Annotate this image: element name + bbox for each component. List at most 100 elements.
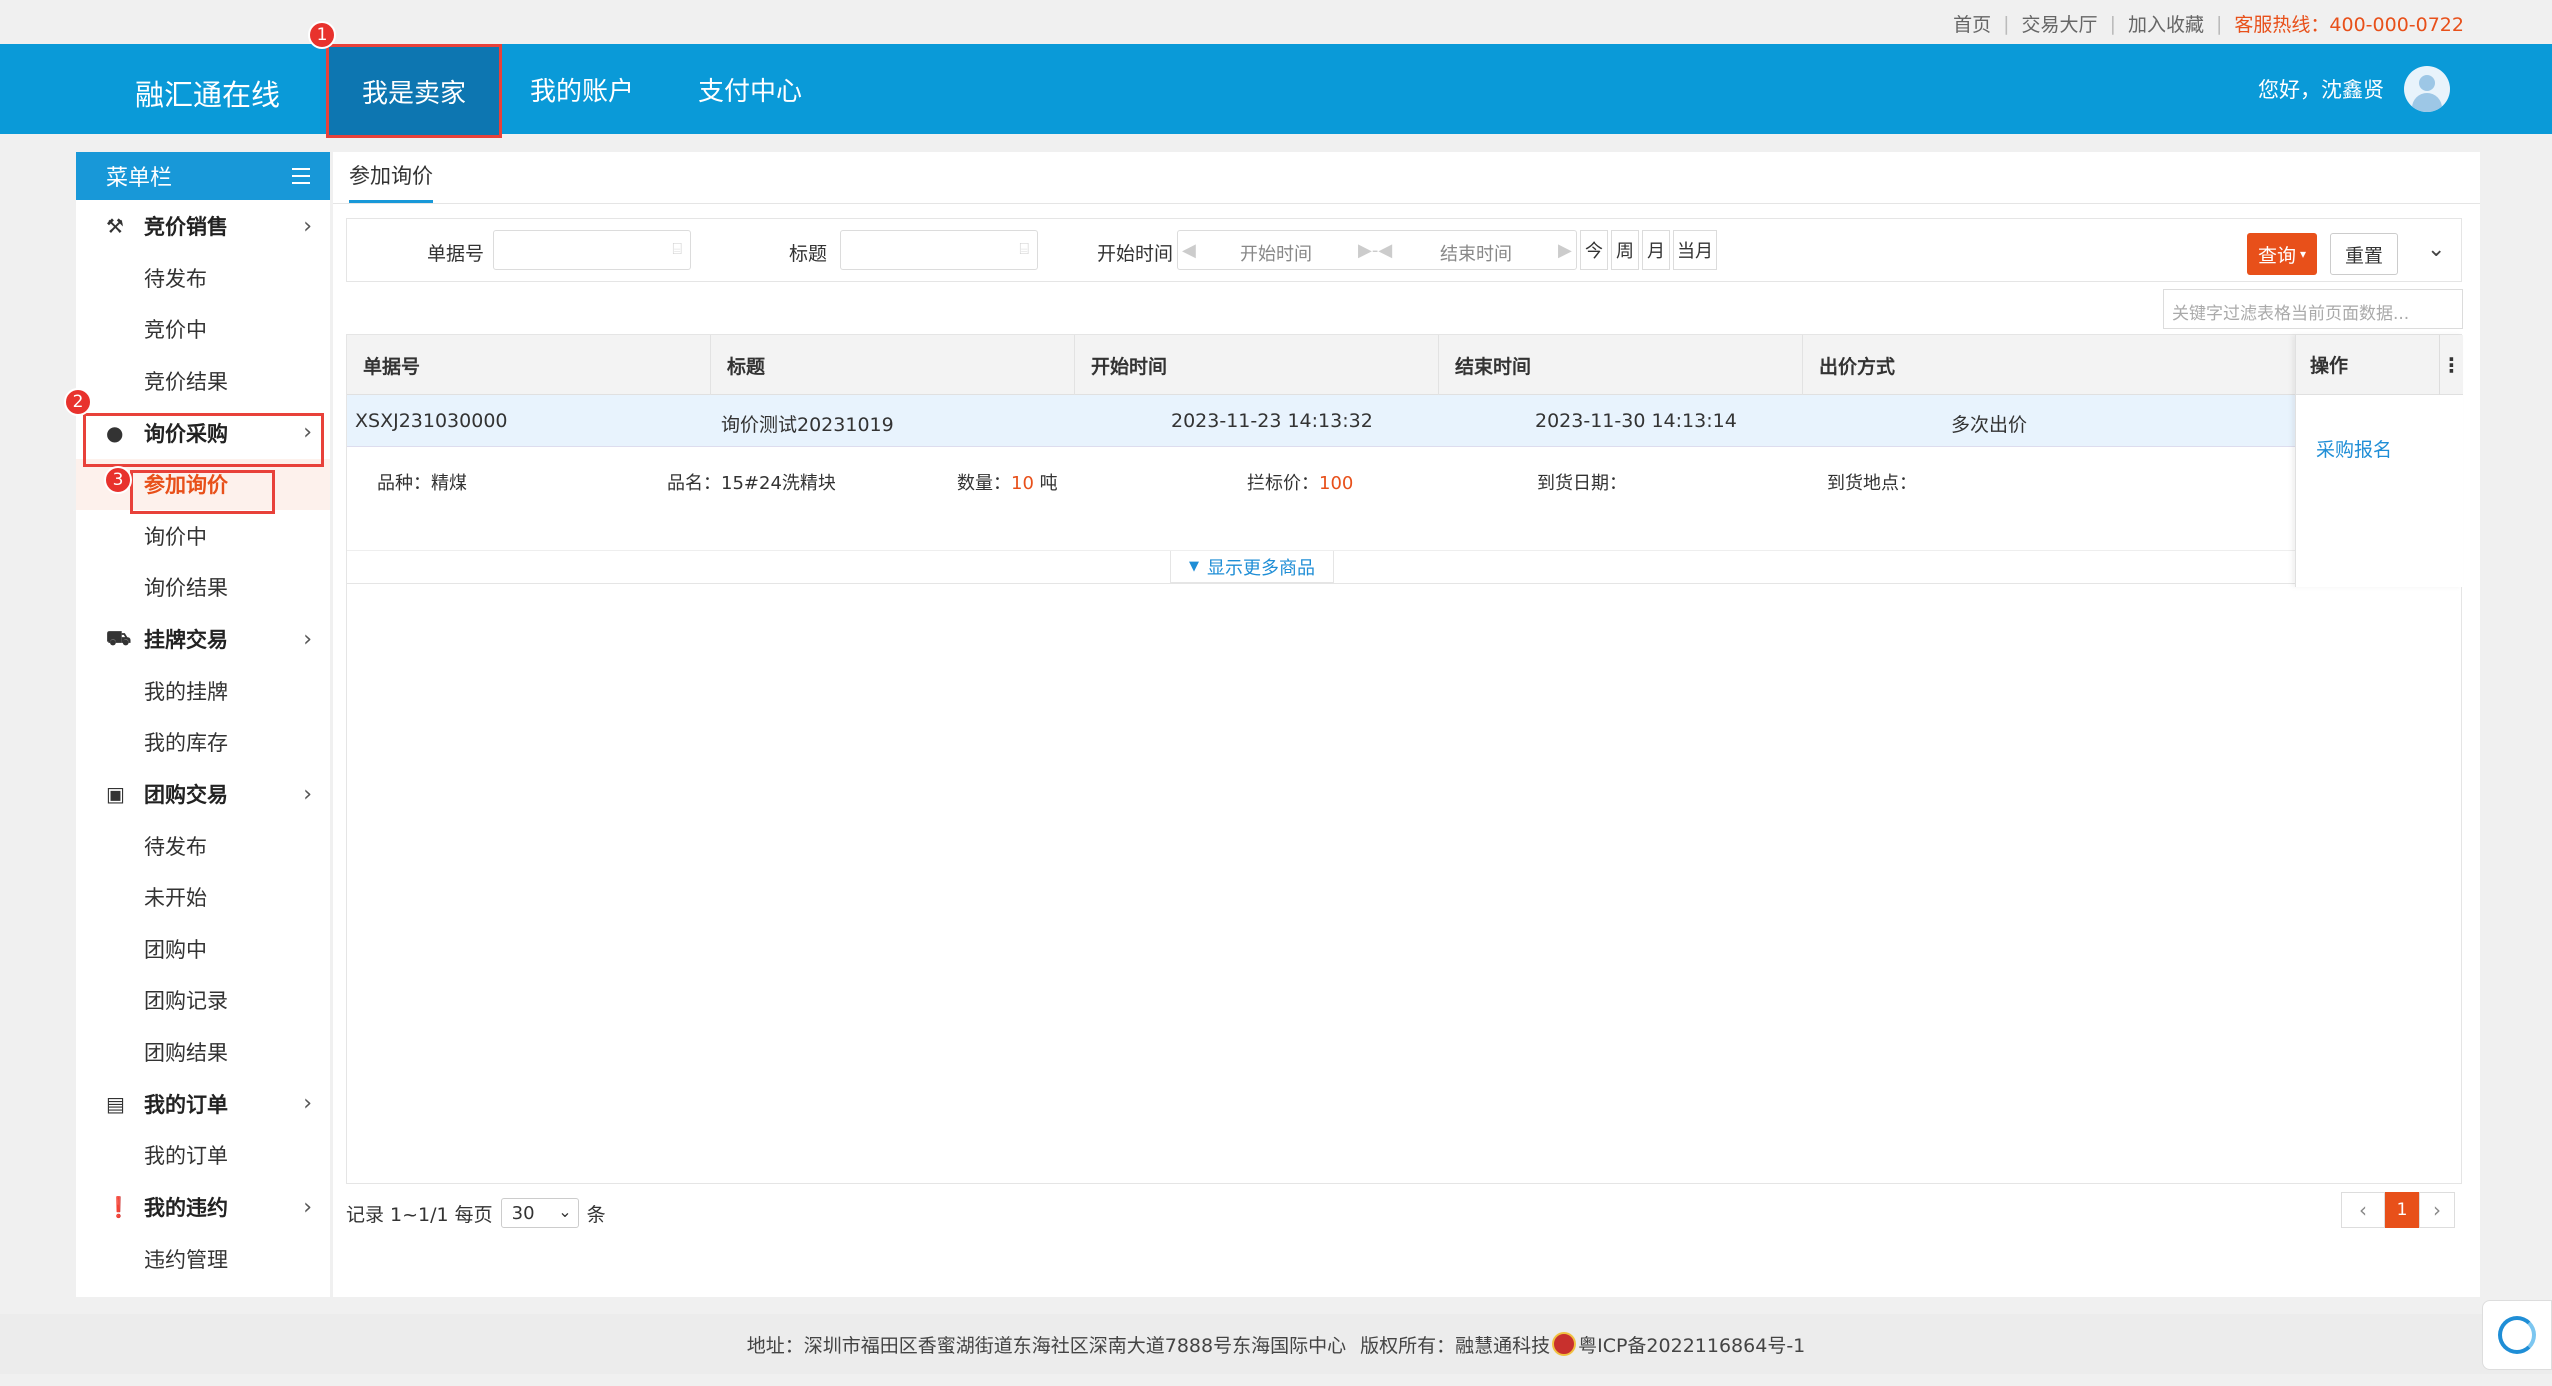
gavel-icon: ⚒: [106, 214, 124, 238]
sidebar-item-pending-publish[interactable]: 待发布: [76, 252, 330, 304]
sidebar-group-listing-trade[interactable]: ⛟ 挂牌交易 ›: [76, 613, 330, 665]
trading-hall-link[interactable]: 交易大厅: [2010, 10, 2110, 37]
triangle-down-icon: ▼: [1189, 559, 1199, 574]
order-no-input[interactable]: ⌸: [493, 230, 691, 270]
page-size-value: 30: [511, 1203, 535, 1224]
record-info: 记录 1~1/1 每页: [346, 1203, 493, 1226]
inquiry-table: 单据号 标题 开始时间 结束时间 出价方式 XSXJ231030000 询价测试…: [346, 334, 2463, 1184]
hamburger-icon[interactable]: [292, 168, 310, 184]
col-operation: 操作 ⋮: [2296, 335, 2463, 395]
sidebar-item-gb-not-started[interactable]: 未开始: [76, 872, 330, 924]
date-range-picker[interactable]: ◀ 开始时间 ▶-◀ 结束时间 ▶: [1177, 230, 1577, 270]
nav-my-account[interactable]: 我的账户: [512, 44, 652, 134]
col-title[interactable]: 标题: [711, 335, 1075, 395]
sidebar-group-label: 我的订单: [144, 1092, 228, 1117]
operation-column: 操作 ⋮ 采购报名: [2295, 335, 2463, 587]
col-bid-mode[interactable]: 出价方式: [1803, 335, 2295, 395]
sidebar-item-gb-results[interactable]: 团购结果: [76, 1026, 330, 1078]
expand-filter-icon[interactable]: ⌄: [2427, 237, 2445, 262]
col-start-time[interactable]: 开始时间: [1075, 335, 1439, 395]
table-header: 单据号 标题 开始时间 结束时间 出价方式: [347, 335, 2295, 395]
start-date-input[interactable]: 开始时间: [1240, 240, 1312, 266]
sidebar-item-gb-pending-publish[interactable]: 待发布: [76, 820, 330, 872]
tab-join-inquiry[interactable]: 参加询价: [349, 160, 433, 203]
caret-down-icon[interactable]: ▾: [2300, 247, 2306, 261]
avatar[interactable]: [2404, 66, 2450, 112]
sidebar-group-label: 我的违约: [144, 1196, 228, 1220]
qty-value: 10: [1011, 473, 1034, 494]
top-utility-bar: 首页 | 交易大厅 | 加入收藏 | 客服热线：400-000-0722: [0, 0, 2552, 44]
arrival-date-label: 到货日期：: [1537, 473, 1627, 494]
prev-arrow-icon: ◀: [1182, 240, 1196, 261]
top-links: 首页 | 交易大厅 | 加入收藏 | 客服热线：400-000-0722: [1941, 10, 2464, 37]
keyword-filter-input[interactable]: 关键字过滤表格当前页面数据...: [2163, 289, 2463, 329]
sidebar-title: 菜单栏: [106, 166, 173, 191]
next-page-button[interactable]: ›: [2419, 1192, 2455, 1228]
chevron-right-icon: ›: [303, 781, 312, 807]
column-menu-icon[interactable]: ⋮: [2439, 335, 2463, 395]
sidebar-group-my-orders[interactable]: ▤ 我的订单 ›: [76, 1078, 330, 1130]
sidebar-group-my-defaults[interactable]: ❗ 我的违约 ›: [76, 1181, 330, 1233]
floating-help-button[interactable]: [2482, 1300, 2552, 1370]
price-field: 拦标价：100: [1247, 469, 1353, 495]
page-button-current[interactable]: 1: [2385, 1192, 2419, 1228]
product-detail-row: 品种：精煤 品名：15#24洗精块 数量：10 吨 拦标价：100 到货日期： …: [347, 447, 2295, 551]
title-label: 标题: [789, 243, 828, 265]
show-more-products-button[interactable]: ▼ 显示更多商品: [1170, 551, 1334, 583]
quick-current-month-button[interactable]: 当月: [1673, 230, 1717, 270]
chevron-right-icon: ›: [303, 213, 312, 239]
highlight-box-join-inquiry: [130, 470, 275, 514]
avatar-head-icon: [2419, 75, 2435, 91]
quick-today-button[interactable]: 今: [1580, 230, 1608, 270]
price-label: 拦标价：: [1247, 473, 1319, 494]
sidebar-item-inquiring[interactable]: 询价中: [76, 510, 330, 562]
divider: [347, 583, 2295, 584]
sidebar-group-group-buy[interactable]: ▣ 团购交易 ›: [76, 768, 330, 820]
step-marker-1: 1: [308, 21, 336, 49]
chevron-right-icon: ›: [303, 1091, 312, 1116]
title-input[interactable]: ⌸: [840, 230, 1038, 270]
qty-field: 数量：10 吨: [957, 469, 1058, 495]
sidebar-item-bidding[interactable]: 竞价中: [76, 304, 330, 356]
sidebar-group-auction-sales[interactable]: ⚒ 竞价销售 ›: [76, 200, 330, 252]
police-badge-icon: [1552, 1332, 1577, 1356]
sidebar-item-my-inventory[interactable]: 我的库存: [76, 717, 330, 769]
tab-bar: 参加询价: [333, 152, 2480, 204]
pagination-info: 记录 1~1/1 每页 30 ⌄ 条: [346, 1198, 606, 1228]
truck-icon: ⛟: [106, 625, 132, 650]
operation-header-label: 操作: [2310, 355, 2349, 377]
purchase-signup-link[interactable]: 采购报名: [2316, 435, 2392, 462]
quick-week-button[interactable]: 周: [1611, 230, 1639, 270]
table-row[interactable]: XSXJ231030000 询价测试20231019 2023-11-23 14…: [347, 395, 2295, 447]
add-favorite-link[interactable]: 加入收藏: [2116, 10, 2216, 37]
home-link[interactable]: 首页: [1941, 10, 2003, 37]
nav-payment-center[interactable]: 支付中心: [680, 44, 820, 134]
qty-label: 数量：: [957, 473, 1011, 494]
sidebar-item-my-listings[interactable]: 我的挂牌: [76, 665, 330, 717]
step-marker-2: 2: [64, 388, 92, 416]
query-button[interactable]: 查询 ▾: [2247, 233, 2317, 275]
sidebar-menu: 菜单栏 ⚒ 竞价销售 › 待发布 竞价中 竞价结果 ● 询价采购 › 参加询价 …: [76, 152, 330, 1297]
name-field: 品名：15#24洗精块: [667, 469, 836, 495]
sidebar-item-default-management[interactable]: 违约管理: [76, 1233, 330, 1285]
sidebar-group-label: 团购交易: [144, 783, 228, 807]
footer-icp[interactable]: 粤ICP备2022116864号-1: [1578, 1331, 1805, 1358]
reset-button[interactable]: 重置: [2330, 233, 2398, 275]
sidebar-item-bid-results[interactable]: 竞价结果: [76, 355, 330, 407]
sidebar-item-inquiry-results[interactable]: 询价结果: [76, 562, 330, 614]
sidebar-item-my-orders[interactable]: 我的订单: [76, 1130, 330, 1182]
col-order-no[interactable]: 单据号: [347, 335, 711, 395]
page-size-select[interactable]: 30 ⌄: [500, 1198, 579, 1228]
arrival-place-label: 到货地点：: [1827, 473, 1917, 494]
end-date-input[interactable]: 结束时间: [1440, 240, 1512, 266]
nav-seller[interactable]: 我是卖家: [326, 44, 502, 138]
sidebar-item-gb-records[interactable]: 团购记录: [76, 975, 330, 1027]
site-logo[interactable]: 融汇通在线: [135, 72, 280, 114]
col-end-time[interactable]: 结束时间: [1439, 335, 1803, 395]
next-arrow-icon: ▶: [1558, 240, 1572, 261]
prev-page-button[interactable]: ‹: [2341, 1192, 2385, 1228]
quick-month-button[interactable]: 月: [1642, 230, 1670, 270]
start-time-label: 开始时间: [1097, 243, 1174, 265]
cell-title: 询价测试20231019: [721, 414, 894, 436]
sidebar-item-gb-ongoing[interactable]: 团购中: [76, 923, 330, 975]
